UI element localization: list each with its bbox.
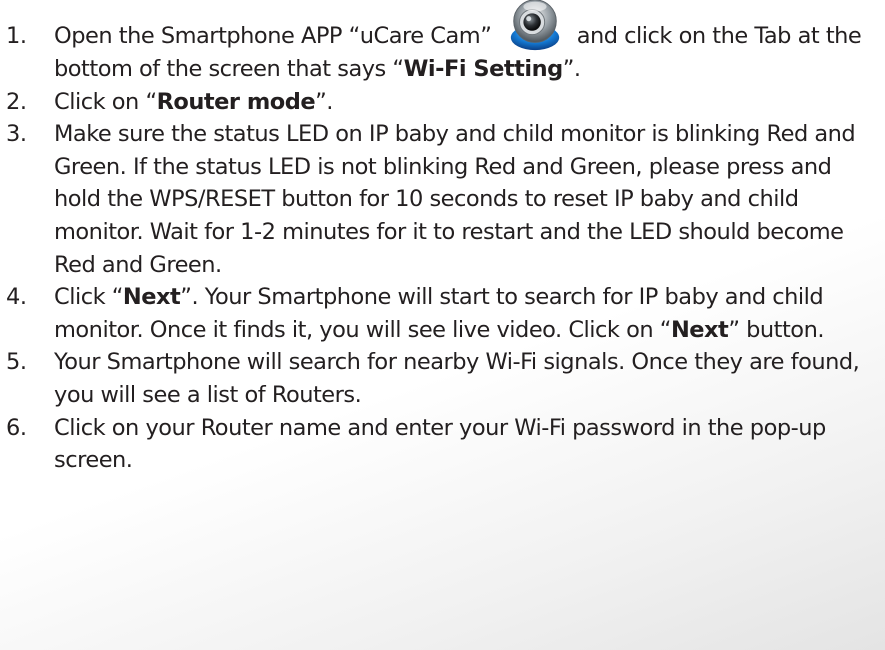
step-number: 6. [6,414,27,441]
step-number: 5. [6,349,27,376]
text-run: ” button. [728,316,824,343]
bold-term: Next [122,284,181,311]
step-number: 3. [6,121,27,148]
text-run: Open the Smartphone APP “uCare Cam” [54,23,492,49]
text-run: Click on “ [54,88,157,115]
text-run: Your Smartphone will search for nearby W… [54,349,860,408]
bold-term: Next [670,316,729,343]
instruction-steps-list: 1. Open the Smartphone APP “uCare Cam” a… [6,0,876,477]
step-text: Open the Smartphone APP “uCare Cam” and … [54,0,876,86]
text-run: Make sure the status LED on IP baby and … [54,121,856,278]
step-item: 4. Click “Next”. Your Smartphone will sta… [6,281,876,346]
step-text: Click “Next”. Your Smartphone will start… [54,281,876,346]
step-number: 4. [6,284,27,311]
text-run: Click on your Router name and enter your… [54,414,826,474]
step-item: 5. Your Smartphone will search for nearby… [6,346,876,411]
ucare-cam-app-icon [506,0,564,53]
step-item: 2. Click on “Router mode”. [6,86,876,119]
bold-term: Router mode [156,88,316,115]
text-run: ”. [562,56,581,82]
text-run: Click “ [54,284,123,311]
step-text: Click on your Router name and enter your… [54,412,876,477]
instruction-page: 1. Open the Smartphone APP “uCare Cam” a… [0,0,885,650]
step-item: 6. Click on your Router name and enter yo… [6,412,876,477]
step-text: Click on “Router mode”. [54,86,876,119]
text-run: ”. [315,88,333,115]
step-text: Make sure the status LED on IP baby and … [54,118,876,281]
step-item: 3. Make sure the status LED on IP baby an… [6,118,876,281]
bold-term: Wi-Fi Setting [403,56,564,82]
step-text: Your Smartphone will search for nearby W… [54,346,876,411]
step-number: 1. [6,23,27,49]
step-number: 2. [6,88,27,115]
step-item: 1. Open the Smartphone APP “uCare Cam” a… [6,0,876,86]
